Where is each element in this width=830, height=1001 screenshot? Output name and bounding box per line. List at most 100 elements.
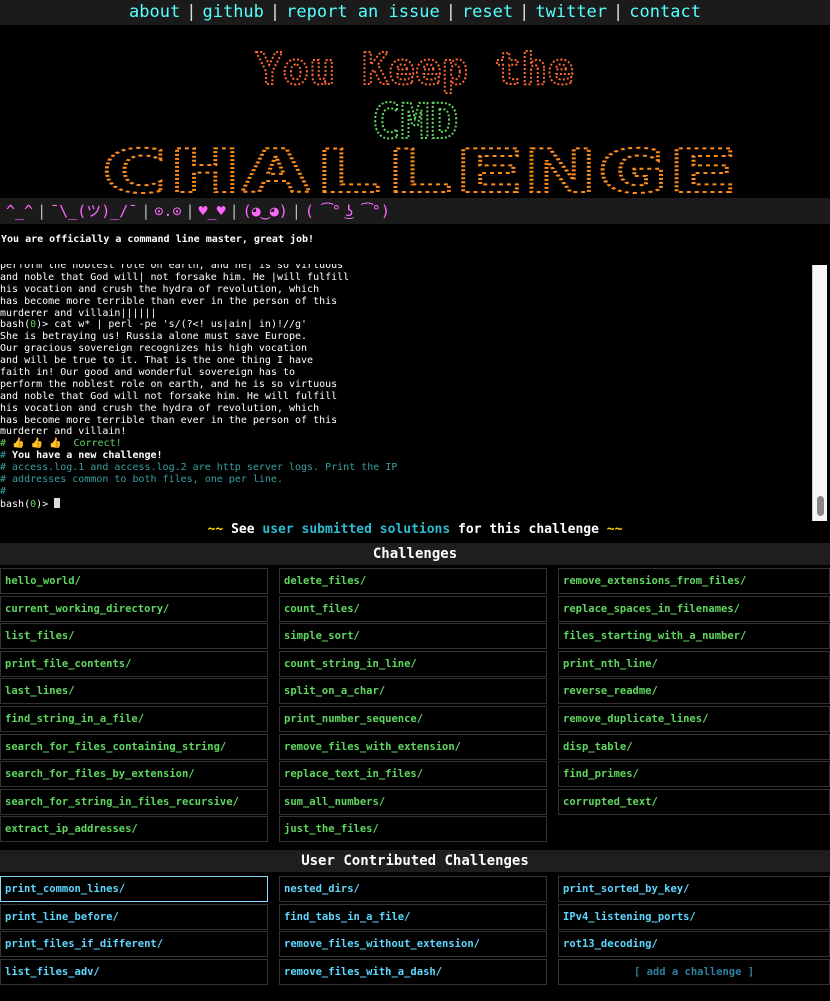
emoticon-button[interactable]: ♥_♥ — [199, 202, 226, 220]
challenge-link[interactable]: print_number_sequence/ — [279, 706, 547, 732]
terminal-output: perform the noblest role on earth, and h… — [0, 264, 397, 510]
terminal-line: his vocation and crush the hydra of revo… — [0, 402, 320, 414]
challenge-link[interactable]: split_on_a_char/ — [279, 678, 547, 705]
see-rest: for this challenge — [458, 522, 599, 537]
scrollbar-thumb[interactable] — [817, 496, 824, 516]
emoticon-separator: | — [229, 202, 239, 220]
challenge-link[interactable]: search_for_string_in_files_recursive/ — [0, 788, 268, 815]
emoticon-button[interactable]: ¯\_(ツ)_/¯ — [50, 202, 137, 220]
nav-reset[interactable]: reset — [462, 2, 513, 22]
challenge-link[interactable]: extract_ip_addresses/ — [0, 816, 268, 843]
correct-line: # 👍 👍 👍 Correct! — [0, 438, 122, 450]
challenge-link[interactable]: reverse_readme/ — [558, 678, 830, 705]
emoticon-list: ^_^ | ¯\_(ツ)_/¯ | ⊙.⊙ | ♥_♥ | (◕‿◕) |( ͡° ͜ʖ ͡°) — [6, 198, 390, 224]
terminal[interactable]: perform the noblest role on earth, and h… — [0, 264, 828, 521]
challenge-link[interactable]: corrupted_text/ — [558, 788, 830, 815]
challenge-link[interactable]: print_files_if_different/ — [0, 931, 268, 958]
terminal-line: and noble that God will not forsake him.… — [0, 390, 338, 402]
challenge-link[interactable]: replace_spaces_in_filenames/ — [558, 595, 830, 622]
challenge-link[interactable]: replace_text_in_files/ — [279, 761, 547, 788]
challenge-link[interactable]: print_line_before/ — [0, 903, 268, 930]
terminal-line: and will be true to it. That is the one … — [0, 355, 314, 367]
banner-art: You Keep the CMD CHALLENGE — [97, 43, 739, 198]
challenge-link[interactable]: nested_dirs/ — [279, 876, 547, 902]
terminal-line: has become more terrible than ever in th… — [0, 295, 338, 307]
prompt-prefix: bash( — [0, 319, 31, 331]
challenge-link[interactable]: last_lines/ — [0, 678, 268, 705]
nav-github[interactable]: github — [202, 2, 263, 22]
challenge-link[interactable]: count_files/ — [279, 595, 547, 622]
comment-line: # — [0, 485, 7, 497]
see-label: See — [231, 522, 255, 537]
terminal-line: murderer and villain|||||| — [0, 307, 157, 319]
challenge-link[interactable]: print_file_contents/ — [0, 650, 268, 677]
challenge-link[interactable]: print_common_lines/ — [0, 876, 268, 902]
status-message: You are officially a command line master… — [1, 234, 315, 245]
challenge-link[interactable]: hello_world/ — [0, 568, 268, 594]
nav-report-an-issue[interactable]: report an issue — [286, 2, 440, 22]
challenge-link[interactable]: find_string_in_a_file/ — [0, 706, 268, 732]
challenge-link[interactable]: IPv4_listening_ports/ — [558, 903, 830, 930]
emoticon-separator: | — [185, 202, 195, 220]
terminal-line: murderer and villain! — [0, 426, 127, 438]
challenge-link[interactable]: search_for_files_containing_string/ — [0, 733, 268, 760]
challenge-link[interactable]: search_for_files_by_extension/ — [0, 761, 268, 788]
banner-line-1: You Keep the — [256, 44, 574, 95]
terminal-line: She is betraying us! Russia alone must s… — [0, 331, 308, 343]
challenge-link[interactable]: just_the_files/ — [279, 816, 547, 843]
challenge-link[interactable]: find_tabs_in_a_file/ — [279, 903, 547, 930]
terminal-cursor — [54, 497, 61, 508]
challenge-link[interactable]: rot13_decoding/ — [558, 931, 830, 958]
user-solutions-link[interactable]: user submitted solutions — [262, 522, 450, 537]
emoticon-separator: | — [141, 202, 151, 220]
challenge-link[interactable]: delete_files/ — [279, 568, 547, 594]
command-prompt[interactable]: bash(0)> — [0, 497, 397, 510]
nav-separator: | — [613, 2, 624, 22]
nav-separator: | — [186, 2, 197, 22]
challenge-link[interactable]: disp_table/ — [558, 733, 830, 760]
user-challenges-header: User Contributed Challenges — [0, 850, 830, 872]
terminal-scrollbar[interactable] — [812, 265, 827, 521]
challenge-link[interactable]: list_files_adv/ — [0, 958, 268, 985]
prompt-prefix: bash( — [0, 498, 31, 510]
emoticon-button[interactable]: ⊙.⊙ — [154, 202, 181, 220]
challenge-link[interactable]: remove_files_with_a_dash/ — [279, 958, 547, 985]
prompt-suffix: )> cat w* | perl -pe 's/(?<! us|ain| in)… — [36, 319, 308, 331]
nav-twitter[interactable]: twitter — [535, 2, 607, 22]
emoticon-button[interactable]: (◕‿◕) — [243, 202, 288, 220]
tilde-right: ~~ — [606, 522, 623, 537]
challenge-link[interactable]: print_nth_line/ — [558, 650, 830, 677]
new-challenge-label: You have a new challenge! — [12, 450, 163, 462]
challenge-link[interactable]: files_starting_with_a_number/ — [558, 623, 830, 650]
emoticon-button[interactable]: ^_^ — [6, 202, 33, 220]
nav-separator: | — [519, 2, 530, 22]
nav-contact[interactable]: contact — [629, 2, 701, 22]
terminal-line: and noble that God will| not forsake him… — [0, 271, 350, 283]
terminal-line: faith in! Our good and wonderful soverei… — [0, 367, 296, 379]
challenge-text: # access.log.1 and access.log.2 are http… — [0, 462, 398, 474]
challenge-link[interactable]: sum_all_numbers/ — [279, 788, 547, 815]
challenge-link[interactable]: find_primes/ — [558, 761, 830, 788]
challenge-link[interactable]: print_sorted_by_key/ — [558, 876, 830, 902]
challenge-link[interactable]: list_files/ — [0, 623, 268, 650]
challenge-link[interactable]: remove_files_without_extension/ — [279, 931, 547, 958]
ascii-banner: You Keep the CMD CHALLENGE — [0, 26, 830, 198]
add-challenge-button[interactable]: [ add a challenge ] — [558, 958, 830, 985]
challenge-link[interactable]: current_working_directory/ — [0, 595, 268, 622]
user-solutions-line: ~~ See user submitted solutions for this… — [0, 522, 830, 538]
top-nav: about | github | report an issue | reset | twitt… — [0, 0, 830, 25]
challenge-link[interactable]: simple_sort/ — [279, 623, 547, 650]
new-challenge-line: # You have a new challenge! — [0, 450, 397, 462]
emoticon-button[interactable]: ( ͡° ͜ʖ ͡°) — [305, 202, 390, 220]
terminal-line: Our gracious sovereign recognizes his hi… — [0, 343, 308, 355]
nav-separator: | — [269, 2, 281, 22]
nav-about[interactable]: about — [129, 2, 180, 22]
terminal-line: perform the noblest role on earth, and h… — [0, 264, 344, 271]
emoticon-separator: | — [291, 202, 301, 220]
challenge-link[interactable]: count_string_in_line/ — [279, 650, 547, 677]
challenge-link[interactable]: remove_extensions_from_files/ — [558, 568, 830, 594]
challenge-link[interactable]: remove_files_with_extension/ — [279, 733, 547, 760]
challenge-text: # addresses common to both files, one pe… — [0, 474, 283, 486]
emoticon-bar: ^_^ | ¯\_(ツ)_/¯ | ⊙.⊙ | ♥_♥ | (◕‿◕) |( ͡° ͜ʖ ͡°) — [0, 198, 830, 224]
challenge-link[interactable]: remove_duplicate_lines/ — [558, 706, 830, 732]
